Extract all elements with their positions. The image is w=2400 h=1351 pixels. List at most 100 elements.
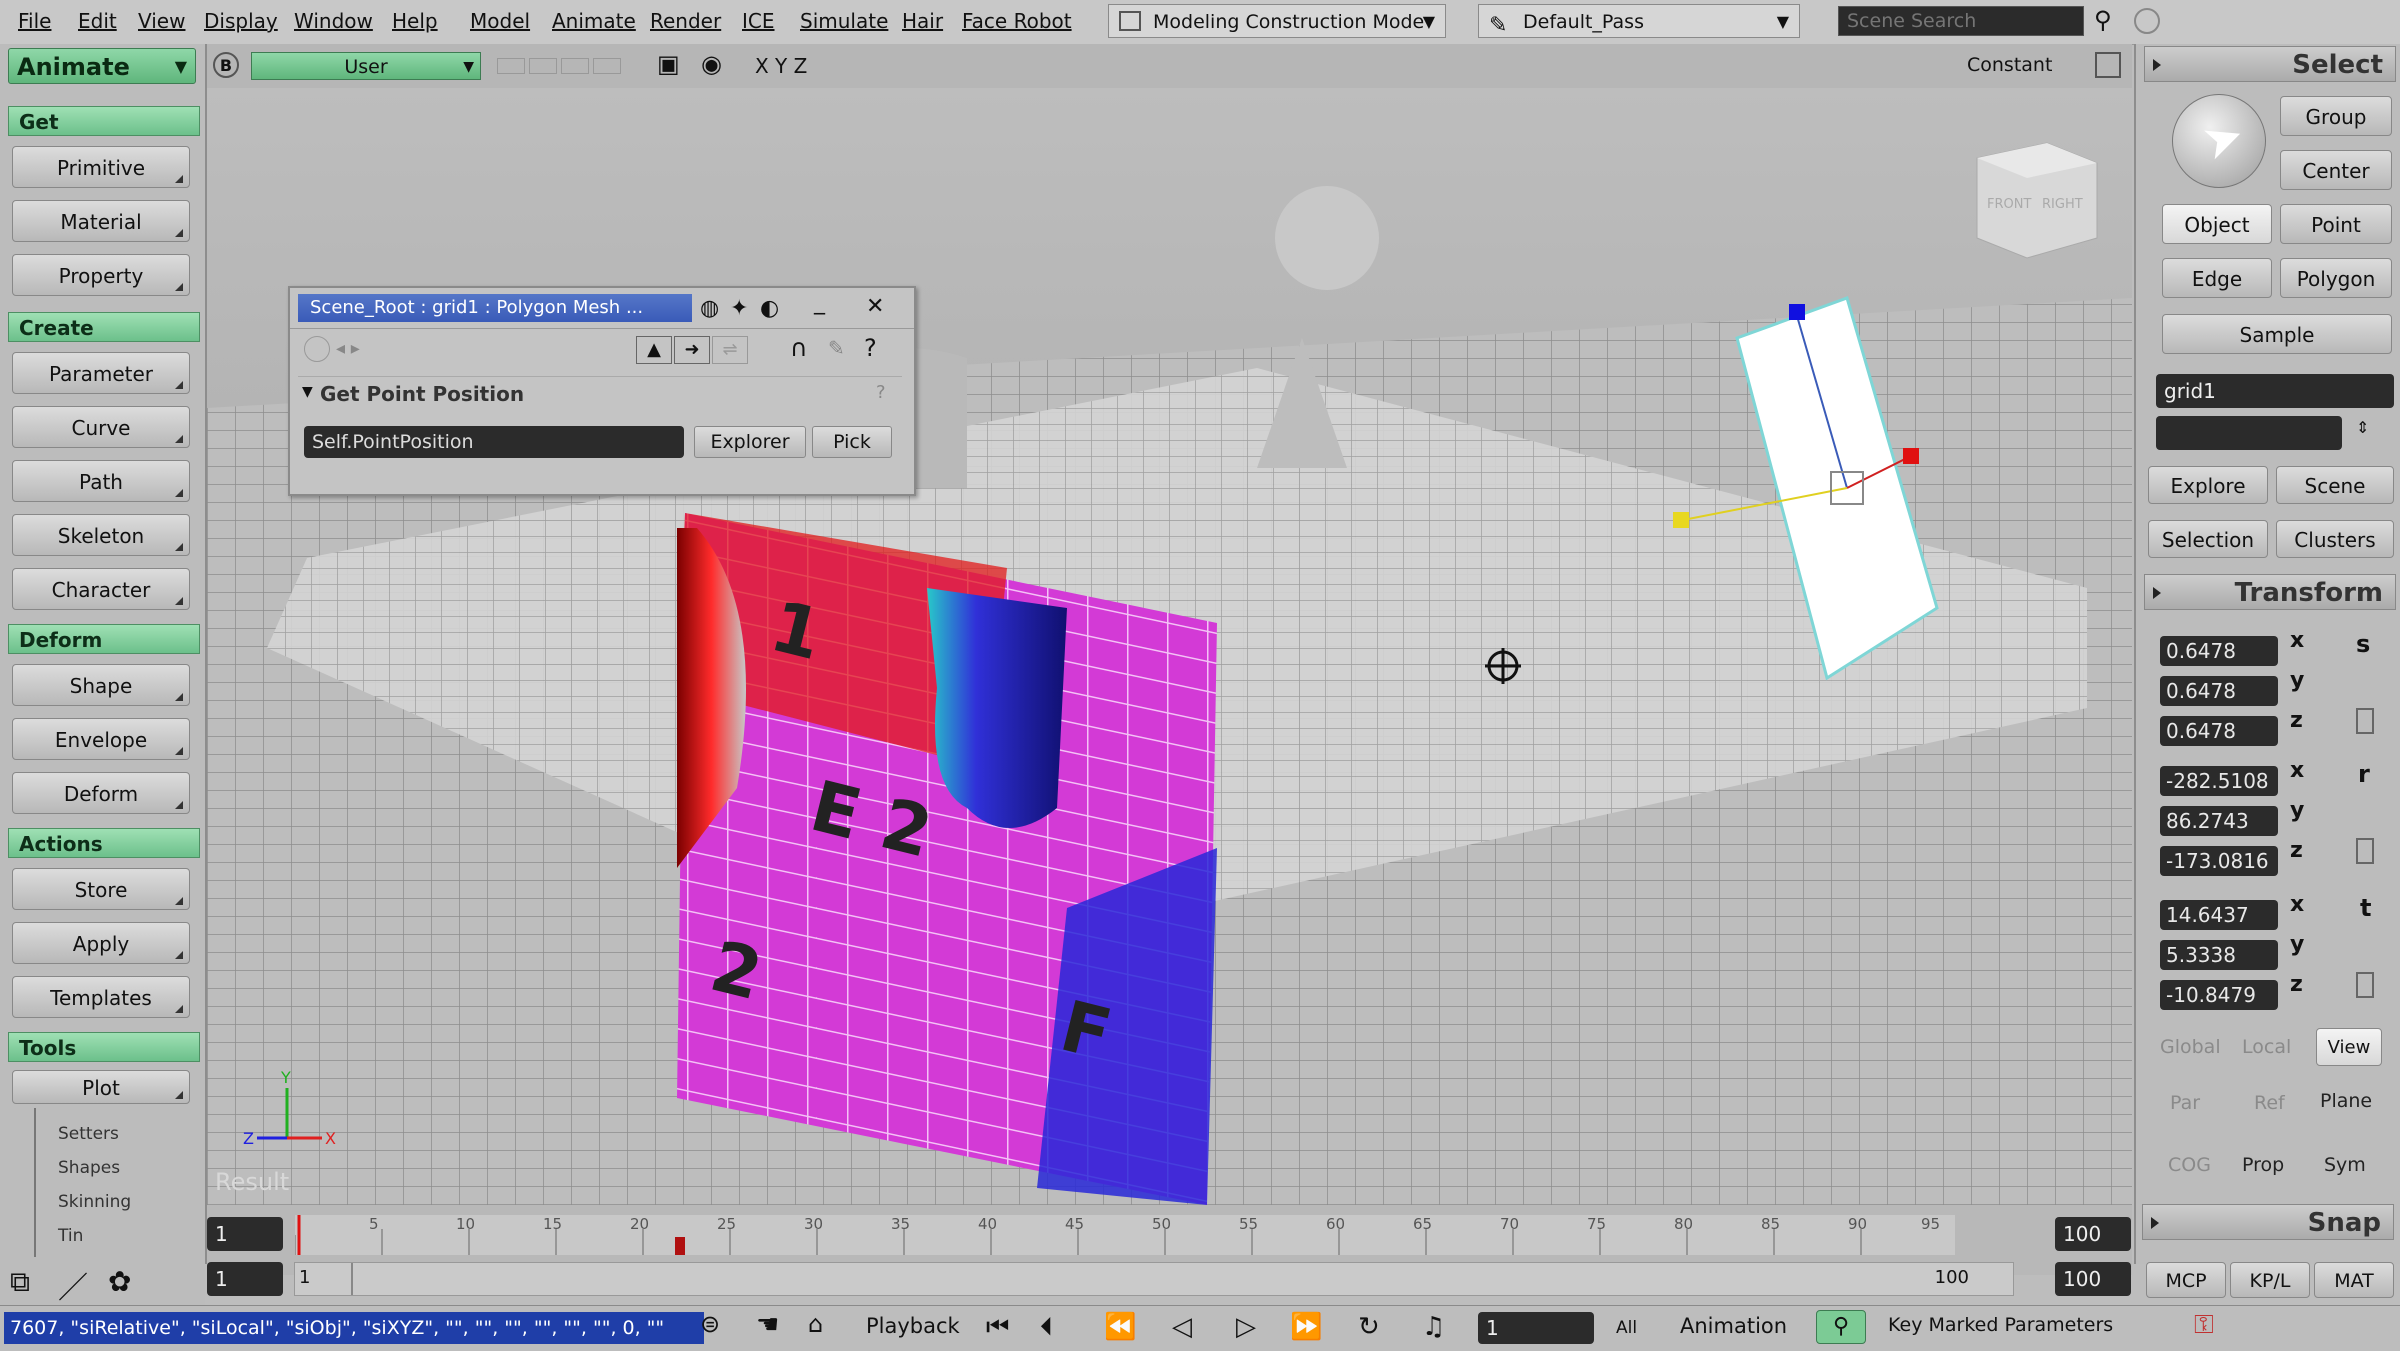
selection-button[interactable]: Selection [2148,520,2268,558]
select-header[interactable]: Select [2144,46,2396,82]
skeleton-button[interactable]: Skeleton [12,514,190,556]
property-editor-window[interactable]: Scene_Root : grid1 : Polygon Mesh ... ◍ … [288,286,916,496]
pin-icon[interactable]: ✦ [730,296,748,321]
menu-edit[interactable]: Edit [78,9,117,33]
save-preset-icon[interactable]: ➜ [674,336,710,364]
menu-help[interactable]: Help [392,9,438,33]
spin-arrows-icon[interactable]: ⇕ [2356,418,2369,437]
translate-x-field[interactable]: 14.6437 [2160,900,2278,930]
snap-mcp-button[interactable]: MCP [2146,1262,2226,1298]
play-icon[interactable]: ▷ [1236,1312,1256,1342]
range-end-field[interactable]: 100 [2055,1262,2131,1296]
explorer-button[interactable]: Explorer [694,426,806,458]
section-create[interactable]: Create [8,312,200,342]
ref-ref-button[interactable]: Ref [2254,1092,2285,1114]
snap-header[interactable]: Snap [2142,1204,2394,1240]
plot-button[interactable]: Plot [12,1070,190,1104]
clusters-button[interactable]: Clusters [2276,520,2394,558]
navigation-cube[interactable]: FRONT RIGHT [1976,142,2098,259]
cog-button[interactable]: COG [2168,1154,2211,1176]
select-arrow-button[interactable]: ➤ [2172,94,2266,188]
store-button[interactable]: Store [12,868,190,910]
ref-global-button[interactable]: Global [2160,1036,2221,1058]
palette-icon[interactable]: ✿ [108,1265,131,1298]
preset-icon[interactable]: ⇌ [712,336,748,364]
maximize-icon[interactable] [2095,52,2121,78]
search-icon[interactable]: ⚲ [2094,6,2112,34]
path-button[interactable]: Path [12,460,190,502]
textured-plane[interactable]: 1 E 2 2 F [677,513,1217,1205]
view-slot-icon[interactable] [593,58,621,74]
ppg-title[interactable]: Scene_Root : grid1 : Polygon Mesh ... [298,294,692,322]
section-deform[interactable]: Deform [8,624,200,654]
section-actions[interactable]: Actions [8,828,200,858]
help-icon[interactable]: ? [864,334,877,362]
script-command-line[interactable]: 7607, "siRelative", "siLocal", "siObj", … [4,1312,704,1344]
section-get[interactable]: Get [8,106,200,136]
scale-x-field[interactable]: 0.6478 [2160,636,2278,666]
scale-z-field[interactable]: 0.6478 [2160,716,2278,746]
menu-view[interactable]: View [138,9,185,33]
rewind-icon[interactable]: ⏪ [1104,1312,1136,1342]
scene-canvas[interactable]: 1 E 2 2 F FRONT RIGHT Y X Z [207,88,2132,1205]
apply-button[interactable]: Apply [12,922,190,964]
selection-filter-field[interactable] [2156,416,2342,450]
camera-icon[interactable]: ▣ [657,50,680,78]
lock-icon[interactable]: ⌂ [808,1310,823,1338]
back-icon[interactable]: ◂ ▸ [336,338,360,359]
menu-render[interactable]: Render [650,9,721,33]
primitive-button[interactable]: Primitive [12,146,190,188]
view-slot-icon[interactable] [529,58,557,74]
all-label[interactable]: All [1616,1318,1637,1338]
menu-window[interactable]: Window [294,9,373,33]
group-button[interactable]: Group [2280,96,2392,136]
viewport-letter-button[interactable]: B [213,52,239,78]
copy-icon[interactable]: ⧉ [10,1265,30,1299]
edit-icon[interactable]: ✎ [828,336,845,360]
range-start-field[interactable]: 1 [207,1262,283,1296]
snap-mat-button[interactable]: MAT [2314,1262,2394,1298]
view-slot-icon[interactable] [497,58,525,74]
menu-file[interactable]: File [18,9,51,33]
fast-forward-icon[interactable]: ⏩ [1290,1312,1322,1342]
sym-button[interactable]: Sym [2324,1154,2366,1176]
scale-lock-icon[interactable] [2356,708,2374,734]
material-button[interactable]: Material [12,200,190,242]
current-frame-field[interactable]: 1 [1478,1312,1594,1344]
templates-button[interactable]: Templates [12,976,190,1018]
viewport-3d[interactable]: 1 E 2 2 F FRONT RIGHT Y X Z Result [207,88,2132,1205]
rotate-y-field[interactable]: 86.2743 [2160,806,2278,836]
camera-dropdown[interactable]: User ▼ [251,52,481,80]
axes-label[interactable]: X Y Z [755,54,807,78]
close-icon[interactable]: ✕ [866,294,884,319]
scale-mode-button[interactable]: s [2356,630,2370,658]
shape-button[interactable]: Shape [12,664,190,706]
translate-z-field[interactable]: -10.8479 [2160,980,2278,1010]
lock-icon[interactable]: ◐ [760,296,779,321]
section-help-icon[interactable]: ? [876,382,886,403]
rotate-z-field[interactable]: -173.0816 [2160,846,2278,876]
explore-button[interactable]: Explore [2148,466,2268,504]
shading-mode-label[interactable]: Constant [1967,54,2052,76]
tool-shapes[interactable]: Shapes [58,1158,120,1178]
edge-filter-button[interactable]: Edge [2162,258,2272,298]
prop-button[interactable]: Prop [2242,1154,2284,1176]
scene-button[interactable]: Scene [2276,466,2394,504]
ref-local-button[interactable]: Local [2242,1036,2291,1058]
polygon-filter-button[interactable]: Polygon [2280,258,2392,298]
view-slot-icon[interactable] [561,58,589,74]
options-icon[interactable] [2134,8,2160,34]
history-icon[interactable] [304,336,330,362]
construction-mode-dropdown[interactable]: Modeling Construction Mode ▼ [1108,4,1446,38]
brush-icon[interactable]: ／ [58,1263,88,1307]
first-frame-icon[interactable]: ⏮ [986,1312,1009,1343]
script-editor-icon[interactable]: ⊜ [700,1310,720,1338]
rotate-lock-icon[interactable] [2356,838,2374,864]
audio-icon[interactable]: ♫ [1422,1312,1445,1342]
loop-icon[interactable]: ↻ [1358,1312,1380,1342]
point-position-field[interactable]: Self.PointPosition [304,426,684,458]
transform-header[interactable]: Transform [2144,574,2396,610]
timeline-end-field[interactable]: 100 [2055,1217,2131,1251]
envelope-button[interactable]: Envelope [12,718,190,760]
playback-menu[interactable]: Playback [866,1314,960,1338]
